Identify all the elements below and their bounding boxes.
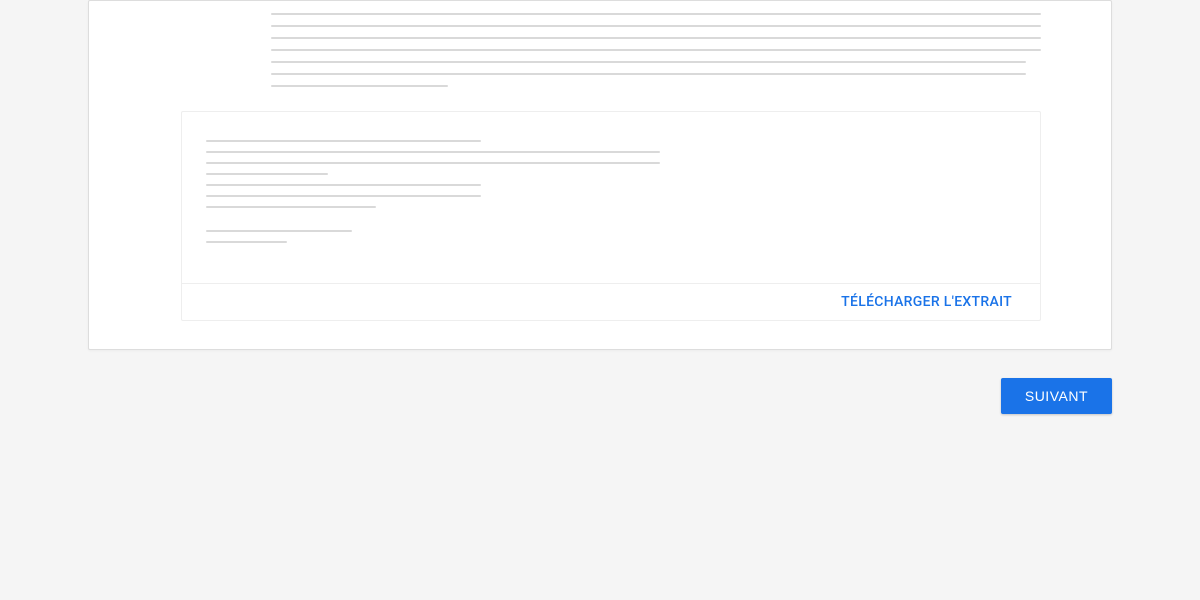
placeholder-line [206, 162, 660, 164]
placeholder-line [271, 25, 1041, 27]
footer-actions: SUIVANT [88, 378, 1112, 414]
next-button[interactable]: SUIVANT [1001, 378, 1112, 414]
placeholder-line [271, 85, 448, 87]
placeholder-line [271, 61, 1026, 63]
placeholder-line [271, 37, 1041, 39]
placeholder-line [206, 195, 481, 197]
code-snippet-box: TÉLÉCHARGER L'EXTRAIT [181, 111, 1041, 321]
placeholder-line [271, 49, 1041, 51]
code-snippet-body [182, 112, 1040, 283]
placeholder-line [271, 13, 1041, 15]
placeholder-line [206, 241, 287, 243]
download-snippet-link[interactable]: TÉLÉCHARGER L'EXTRAIT [841, 294, 1012, 310]
card-content [89, 1, 1111, 87]
intro-placeholder-text [271, 13, 1041, 87]
main-card: TÉLÉCHARGER L'EXTRAIT [88, 0, 1112, 350]
placeholder-line [206, 173, 328, 175]
placeholder-line [206, 140, 481, 142]
placeholder-line [206, 184, 481, 186]
placeholder-line [271, 73, 1026, 75]
code-snippet-footer: TÉLÉCHARGER L'EXTRAIT [182, 283, 1040, 320]
placeholder-line [206, 151, 660, 153]
placeholder-line [206, 206, 376, 208]
placeholder-line [206, 230, 352, 232]
